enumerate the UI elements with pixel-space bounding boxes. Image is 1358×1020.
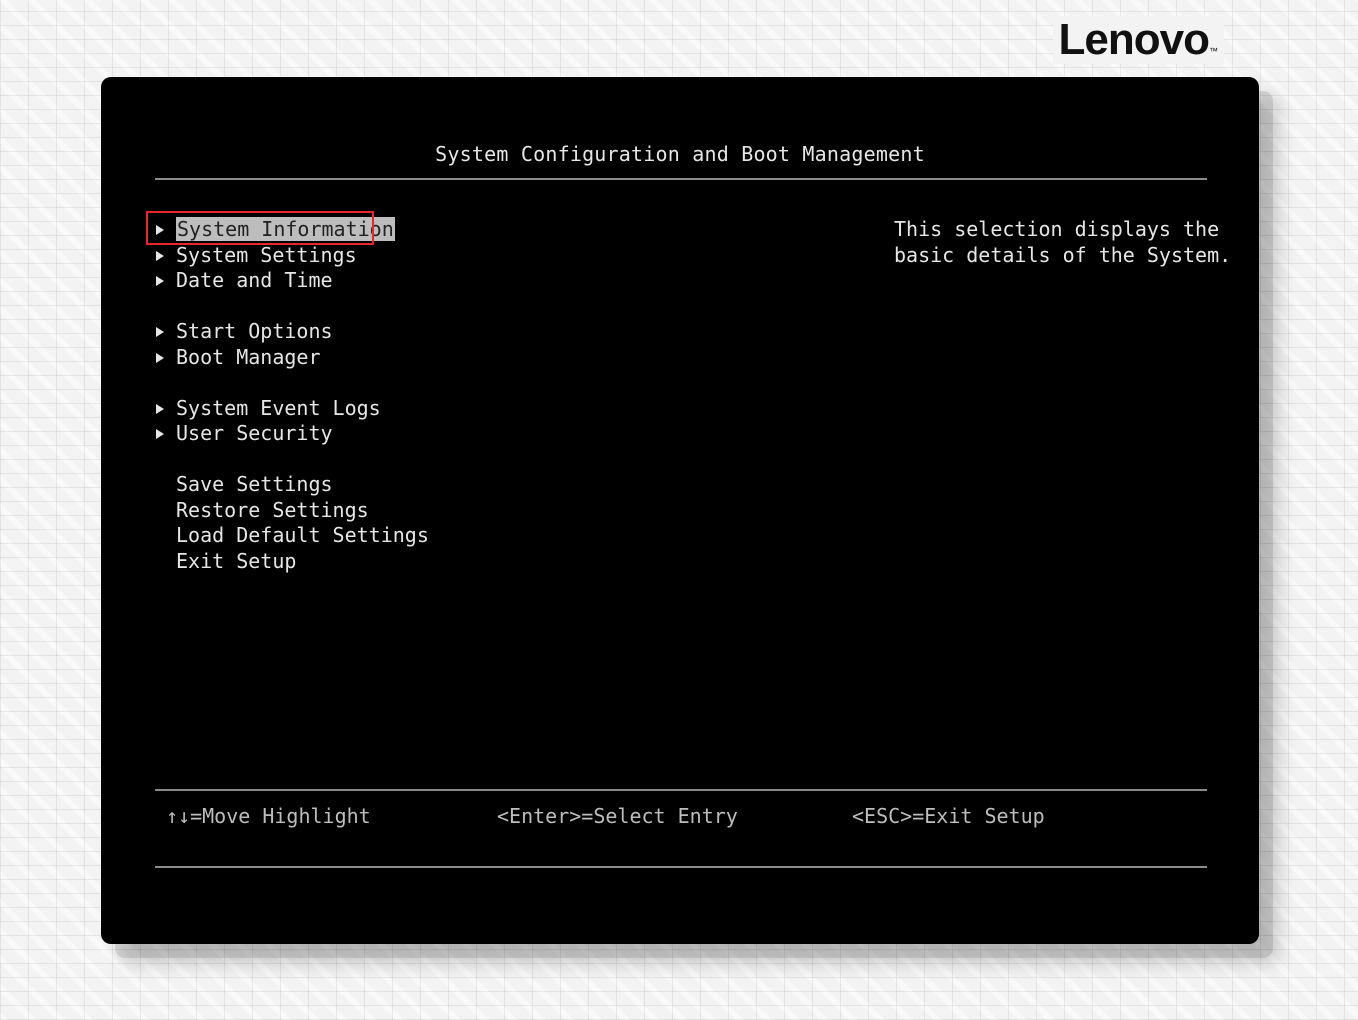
title-divider xyxy=(155,178,1207,180)
footer-divider-top xyxy=(155,789,1207,791)
menu-spacer xyxy=(155,294,575,320)
menu-item-system-event-logs[interactable]: System Event Logs xyxy=(155,396,575,422)
menu-item-label: Boot Manager xyxy=(176,344,321,369)
menu-item-label: Restore Settings xyxy=(176,497,369,522)
menu-item-date-and-time[interactable]: Date and Time xyxy=(155,268,575,294)
main-menu: System Information System Settings Date … xyxy=(146,211,575,575)
submenu-arrow-icon xyxy=(156,352,164,363)
help-text-panel: This selection displays the basic detail… xyxy=(894,217,1232,268)
menu-item-label: System Event Logs xyxy=(176,395,381,420)
menu-item-start-options[interactable]: Start Options xyxy=(155,319,575,345)
bios-setup-screen: System Configuration and Boot Management… xyxy=(101,77,1259,944)
help-text-line: basic details of the System. xyxy=(894,242,1232,267)
key-hint-exit: <ESC>=Exit Setup xyxy=(852,804,1045,828)
menu-item-label: User Security xyxy=(176,421,333,445)
submenu-arrow-icon xyxy=(156,403,164,414)
lenovo-logo-text: Lenovo xyxy=(1058,15,1210,64)
menu-item-label: Exit Setup xyxy=(176,548,297,573)
menu-item-exit-setup[interactable]: Exit Setup xyxy=(155,549,575,575)
menu-item-label: System Settings xyxy=(176,242,357,267)
menu-spacer xyxy=(155,447,575,473)
menu-item-label: Date and Time xyxy=(176,268,333,292)
submenu-arrow-icon xyxy=(156,276,164,286)
trademark-mark: ™ xyxy=(1209,46,1218,56)
help-text-line: This selection displays the xyxy=(894,217,1220,241)
menu-item-system-information[interactable]: System Information xyxy=(146,211,575,245)
footer-divider-bottom xyxy=(155,866,1207,868)
key-hint-move: ↑↓=Move Highlight xyxy=(166,804,371,828)
menu-spacer xyxy=(155,370,575,396)
menu-item-restore-settings[interactable]: Restore Settings xyxy=(155,498,575,524)
menu-item-system-settings[interactable]: System Settings xyxy=(155,243,575,269)
key-hint-select: <Enter>=Select Entry xyxy=(497,804,738,828)
lenovo-logo: Lenovo™ xyxy=(1052,15,1224,64)
submenu-arrow-icon xyxy=(156,429,164,439)
submenu-arrow-icon xyxy=(156,327,164,337)
menu-item-label: Load Default Settings xyxy=(176,523,429,547)
menu-item-user-security[interactable]: User Security xyxy=(155,421,575,447)
menu-item-label: Start Options xyxy=(176,319,333,343)
page-title: System Configuration and Boot Management xyxy=(435,142,925,166)
key-help-bar: ↑↓=Move Highlight <Enter>=Select Entry <… xyxy=(101,803,1259,829)
menu-item-load-default-settings[interactable]: Load Default Settings xyxy=(155,523,575,549)
menu-item-boot-manager[interactable]: Boot Manager xyxy=(155,345,575,371)
menu-item-label: Save Settings xyxy=(176,472,333,496)
selection-annotation-box xyxy=(146,211,374,245)
menu-item-save-settings[interactable]: Save Settings xyxy=(155,472,575,498)
submenu-arrow-icon xyxy=(156,250,164,261)
